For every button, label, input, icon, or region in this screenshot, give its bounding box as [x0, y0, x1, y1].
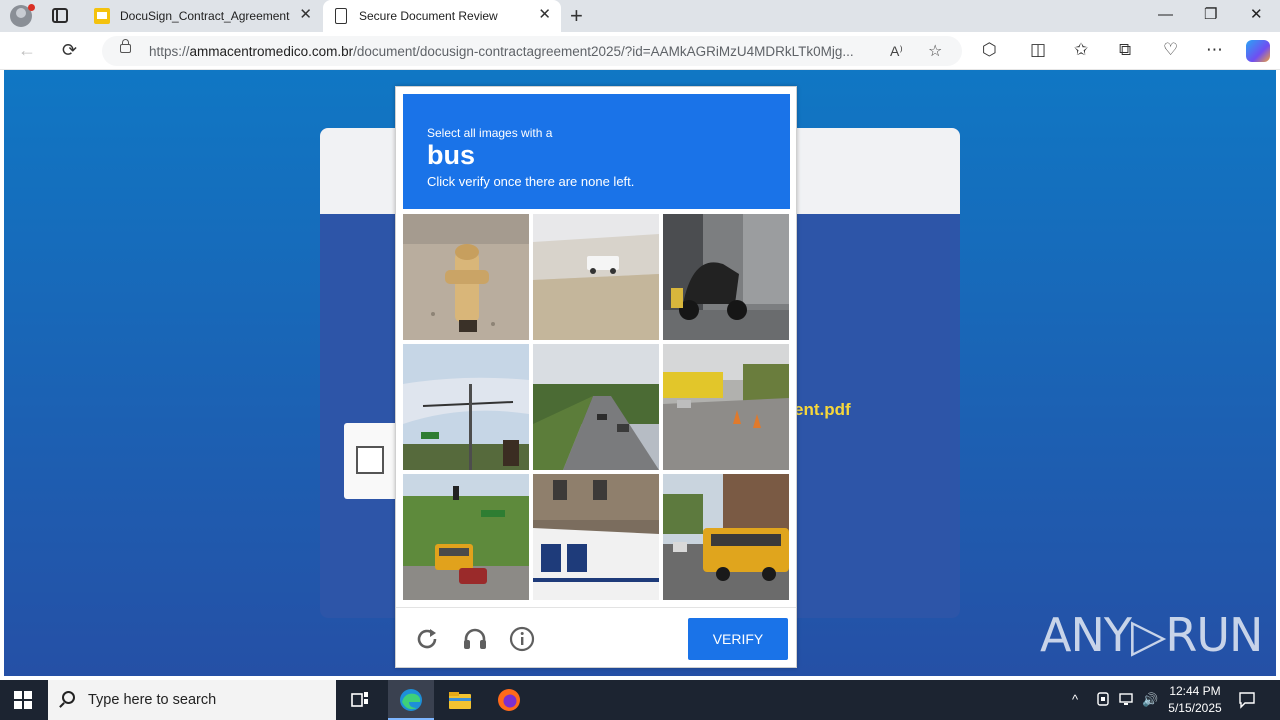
docusign-doc-icon	[94, 8, 110, 24]
firefox-icon[interactable]	[495, 686, 523, 714]
captcha-dialog: Select all images with a bus Click verif…	[395, 86, 797, 668]
tab-bar: DocuSign_Contract_Agreement ✕ Secure Doc…	[0, 0, 1280, 32]
collections-icon[interactable]: ⧉	[1119, 40, 1131, 60]
tab-docusign-contract[interactable]: DocuSign_Contract_Agreement ✕	[84, 0, 322, 32]
headphones-icon[interactable]	[462, 626, 488, 652]
captcha-tile-school-bus-street[interactable]	[663, 474, 789, 600]
captcha-tile-fire-hydrant[interactable]	[403, 214, 529, 340]
edge-icon[interactable]	[397, 686, 425, 714]
captcha-tile-highway[interactable]	[533, 344, 659, 470]
url-prefix: https://	[149, 44, 190, 59]
url-field[interactable]: https://ammacentromedico.com.br/document…	[102, 36, 962, 66]
anyrun-watermark: ANY▷RUN	[1040, 608, 1263, 662]
new-tab-button[interactable]: +	[570, 4, 583, 28]
tab-actions-icon[interactable]	[52, 8, 68, 23]
captcha-image-grid	[403, 214, 791, 602]
search-icon	[62, 691, 75, 704]
lock-icon[interactable]	[120, 39, 131, 53]
clock-date: 5/15/2025	[1168, 701, 1222, 715]
clock[interactable]: 12:44 PM 5/15/2025	[1162, 683, 1228, 717]
refresh-icon[interactable]	[414, 626, 440, 652]
verify-button[interactable]: VERIFY	[688, 618, 788, 660]
document-filename[interactable]: ent.pdf	[794, 400, 851, 420]
info-icon[interactable]	[509, 626, 535, 652]
tab-title: DocuSign_Contract_Agreement	[120, 9, 290, 23]
tab-title: Secure Document Review	[359, 9, 498, 23]
refresh-button[interactable]: ⟳	[62, 40, 77, 60]
clock-time: 12:44 PM	[1169, 684, 1221, 698]
captcha-tile-traffic-light[interactable]	[403, 344, 529, 470]
window-close-button[interactable]: ✕	[1250, 5, 1263, 25]
captcha-subtext: Click verify once there are none left.	[427, 174, 635, 189]
tray-chevron-icon[interactable]: ^	[1072, 691, 1078, 709]
network-icon[interactable]	[1118, 691, 1136, 712]
robot-check-widget	[344, 423, 400, 499]
tab-secure-document-review[interactable]: Secure Document Review ✕	[323, 0, 561, 32]
captcha-instruction: Select all images with a	[427, 126, 553, 140]
captcha-tile-school-bus-intersection[interactable]	[403, 474, 529, 600]
notification-dot	[28, 4, 35, 11]
read-aloud-icon[interactable]: A⁾	[890, 43, 903, 60]
notifications-icon[interactable]	[1238, 691, 1256, 714]
url-path: /document/docusign-contractagreement2025…	[353, 44, 854, 59]
url-text[interactable]: https://ammacentromedico.com.br/document…	[149, 44, 881, 59]
task-view-icon[interactable]	[346, 686, 374, 714]
windows-start-icon[interactable]	[14, 691, 32, 709]
robot-checkbox[interactable]	[356, 446, 384, 474]
captcha-tile-scooter[interactable]	[663, 214, 789, 340]
tray-device-icon[interactable]	[1096, 691, 1110, 712]
captcha-tile-street-cones[interactable]	[663, 344, 789, 470]
url-domain: ammacentromedico.com.br	[189, 44, 354, 59]
captcha-tile-white-bus[interactable]	[533, 474, 659, 600]
captcha-footer: VERIFY	[396, 607, 796, 667]
tab-close-icon[interactable]: ✕	[538, 7, 551, 23]
taskbar-search[interactable]: Type here to search	[48, 680, 336, 720]
captcha-header: Select all images with a bus Click verif…	[403, 94, 790, 209]
split-screen-icon[interactable]: ◫	[1030, 40, 1046, 60]
page-icon	[335, 8, 347, 24]
address-bar-row: ← ⟳ https://ammacentromedico.com.br/docu…	[0, 32, 1280, 70]
captcha-target: bus	[427, 140, 476, 170]
more-menu-icon[interactable]: ⋯	[1206, 40, 1223, 60]
search-placeholder: Type here to search	[88, 692, 217, 708]
taskbar: Type here to search ^ 🔊 12:44 PM 5/15/20…	[0, 680, 1280, 720]
browser-essentials-icon[interactable]: ♡	[1163, 40, 1178, 60]
captcha-tile-road-truck[interactable]	[533, 214, 659, 340]
restore-button[interactable]: ❐	[1204, 5, 1217, 25]
minimize-button[interactable]: —	[1158, 5, 1173, 25]
copilot-icon[interactable]	[1246, 40, 1270, 62]
tab-close-icon[interactable]: ✕	[299, 7, 312, 23]
favorite-star-icon[interactable]: ☆	[928, 41, 942, 61]
speaker-icon[interactable]: 🔊	[1142, 691, 1158, 709]
file-explorer-icon[interactable]	[446, 686, 474, 714]
extensions-icon[interactable]: ⬡	[982, 40, 997, 60]
back-button[interactable]: ←	[18, 40, 36, 60]
favorites-icon[interactable]: ✩	[1074, 40, 1088, 60]
